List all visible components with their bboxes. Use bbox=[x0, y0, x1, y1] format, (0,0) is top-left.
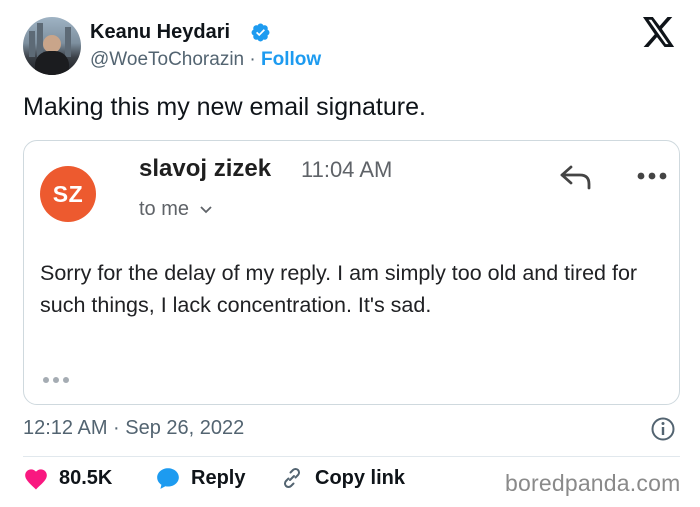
more-options-icon[interactable] bbox=[636, 168, 668, 184]
link-icon bbox=[283, 467, 301, 489]
author-name[interactable]: Keanu Heydari bbox=[90, 21, 230, 44]
copy-link-label: Copy link bbox=[315, 466, 406, 489]
author-handle[interactable]: @WoeToChorazin bbox=[90, 49, 244, 70]
show-trimmed-content-icon[interactable] bbox=[40, 374, 72, 386]
info-icon[interactable] bbox=[650, 416, 676, 442]
verified-badge-icon bbox=[251, 23, 270, 42]
author-avatar[interactable] bbox=[23, 17, 81, 75]
reply-arrow-icon[interactable] bbox=[558, 163, 594, 191]
copy-link-button[interactable]: Copy link bbox=[279, 466, 405, 490]
sender-avatar: SZ bbox=[40, 166, 96, 222]
divider bbox=[23, 456, 680, 457]
tweet-timestamp[interactable]: 12:12 AM · Sep 26, 2022 bbox=[23, 417, 244, 440]
email-time: 11:04 AM bbox=[301, 157, 393, 182]
follow-button[interactable]: Follow bbox=[261, 49, 321, 70]
recipient-dropdown[interactable]: to me bbox=[139, 198, 213, 221]
reply-label: Reply bbox=[191, 466, 246, 489]
like-count: 80.5K bbox=[59, 466, 113, 489]
watermark: boredpanda.com bbox=[505, 470, 681, 496]
tweet-text: Making this my new email signature. bbox=[23, 93, 426, 121]
chevron-down-icon bbox=[199, 206, 212, 214]
reply-button[interactable]: Reply bbox=[155, 466, 245, 490]
reply-bubble-icon bbox=[157, 468, 179, 489]
email-card[interactable]: SZ slavoj zizek 11:04 AM to me Sorry for… bbox=[23, 140, 680, 405]
separator-dot: · bbox=[249, 49, 256, 70]
heart-icon bbox=[25, 469, 47, 490]
recipient-label: to me bbox=[139, 198, 190, 220]
like-button[interactable]: 80.5K bbox=[23, 466, 112, 490]
email-body: Sorry for the delay of my reply. I am si… bbox=[40, 261, 638, 317]
x-logo-icon[interactable] bbox=[642, 17, 676, 47]
author-handle-row: @WoeToChorazin · Follow bbox=[90, 49, 321, 71]
sender-name: slavoj zizek bbox=[139, 155, 272, 182]
